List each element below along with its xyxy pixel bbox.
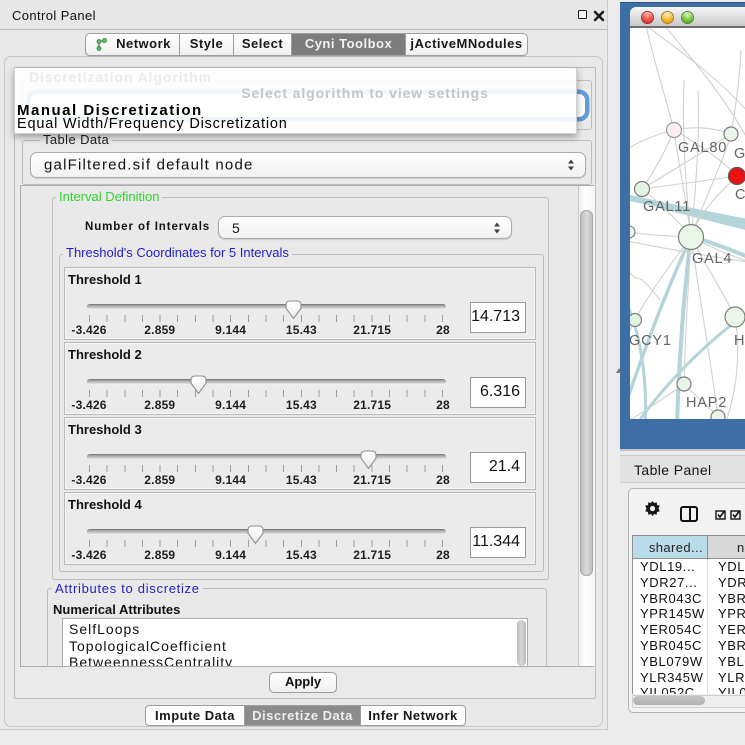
svg-text:GAL11: GAL11 [643, 199, 691, 215]
svg-text:HAP2: HAP2 [686, 395, 727, 411]
svg-text:GCY1: GCY1 [630, 333, 672, 349]
svg-text:GAL80: GAL80 [678, 140, 727, 156]
svg-text:H: H [734, 333, 745, 349]
svg-text:C: C [735, 187, 745, 203]
svg-text:GA: GA [734, 146, 745, 162]
svg-text:GAL4: GAL4 [692, 251, 732, 267]
